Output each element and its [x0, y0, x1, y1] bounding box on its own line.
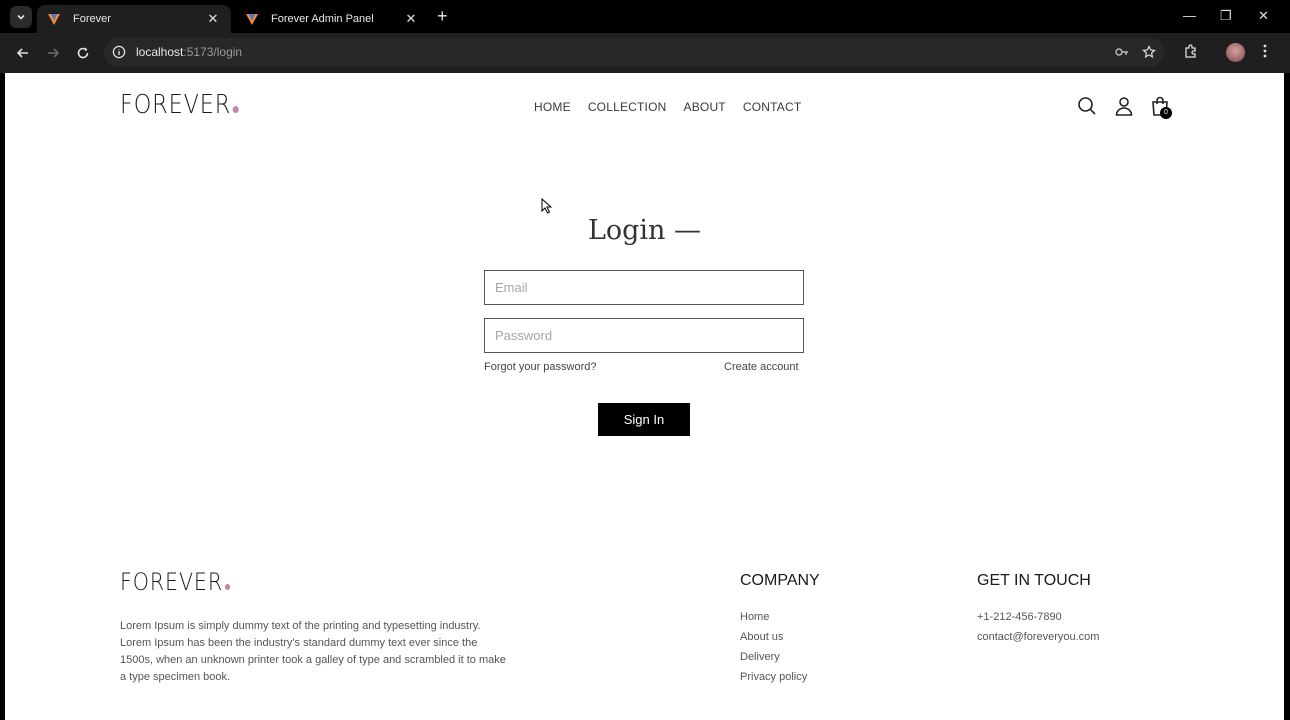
logo-dot	[232, 106, 239, 113]
browser-toolbar: localhost:5173/login	[0, 33, 1290, 73]
forward-button[interactable]	[43, 43, 63, 63]
company-links: Home About us Delivery Privacy policy	[740, 610, 807, 690]
nav-contact[interactable]: CONTACT	[743, 100, 802, 114]
email-field[interactable]	[484, 270, 804, 305]
footer-link-home[interactable]: Home	[740, 610, 807, 630]
get-in-touch-heading: GET IN TOUCH	[977, 572, 1091, 589]
site-logo[interactable]: FOREVER	[120, 90, 239, 120]
close-tab-icon[interactable]: ✕	[205, 11, 221, 27]
main-nav: HOME COLLECTION ABOUT CONTACT	[534, 100, 801, 114]
footer-link-about[interactable]: About us	[740, 630, 807, 650]
new-tab-button[interactable]: +	[437, 7, 448, 25]
cart-count-badge: 0	[1160, 107, 1172, 119]
login-heading: Login —	[587, 215, 702, 246]
nav-home[interactable]: HOME	[534, 100, 571, 114]
nav-about[interactable]: ABOUT	[684, 100, 726, 114]
arrow-right-icon	[48, 48, 60, 58]
forgot-password-link[interactable]: Forgot your password?	[484, 361, 597, 373]
logo-dot	[224, 584, 230, 590]
nav-collection[interactable]: COLLECTION	[588, 100, 667, 114]
web-page: FOREVER HOME COLLECTION ABOUT CONTACT 0 …	[5, 73, 1284, 720]
browser-tab-strip: Forever ✕ Forever Admin Panel ✕ + — ❐ ✕	[0, 0, 1290, 33]
search-icon[interactable]	[1077, 96, 1097, 116]
footer-description: Lorem Ipsum is simply dummy text of the …	[120, 620, 506, 683]
arrow-left-icon	[16, 48, 28, 58]
tab-search-button[interactable]	[10, 6, 32, 28]
minimize-icon[interactable]: —	[1183, 8, 1196, 23]
tab-title: Forever	[73, 13, 111, 25]
more-menu-icon[interactable]	[1258, 43, 1272, 59]
tab-title: Forever Admin Panel	[271, 13, 374, 25]
footer-link-delivery[interactable]: Delivery	[740, 650, 807, 670]
password-field[interactable]	[484, 318, 804, 353]
contact-info: +1-212-456-7890 contact@foreveryou.com	[977, 610, 1099, 650]
reload-icon	[77, 47, 89, 59]
contact-email: contact@foreveryou.com	[977, 631, 1100, 643]
url-text: localhost:5173/login	[136, 45, 243, 59]
reload-button[interactable]	[73, 43, 93, 63]
bookmark-star-icon[interactable]	[1142, 45, 1156, 59]
close-tab-icon[interactable]: ✕	[403, 11, 419, 27]
mouse-cursor-icon	[541, 198, 553, 214]
favicon-icon	[246, 14, 258, 25]
restore-icon[interactable]: ❐	[1220, 8, 1232, 24]
profile-icon[interactable]	[1114, 96, 1134, 116]
company-heading: COMPANY	[740, 572, 820, 589]
site-info-icon[interactable]	[112, 45, 126, 59]
create-account-link[interactable]: Create account	[724, 361, 799, 373]
password-key-icon[interactable]	[1114, 45, 1130, 59]
extensions-icon[interactable]	[1183, 43, 1199, 59]
sign-in-button[interactable]: Sign In	[598, 403, 690, 436]
favicon-icon	[48, 14, 60, 25]
chevron-down-icon	[17, 14, 25, 20]
footer-link-privacy[interactable]: Privacy policy	[740, 670, 807, 690]
footer-logo[interactable]: FOREVER	[120, 568, 230, 596]
back-button[interactable]	[13, 43, 33, 63]
browser-tab-admin[interactable]: Forever Admin Panel ✕	[235, 5, 429, 33]
contact-phone: +1-212-456-7890	[977, 611, 1062, 623]
profile-avatar[interactable]	[1226, 43, 1245, 62]
browser-tab-forever[interactable]: Forever ✕	[37, 5, 231, 33]
address-bar[interactable]: localhost:5173/login	[104, 38, 1164, 67]
window-close-icon[interactable]: ✕	[1258, 8, 1269, 24]
